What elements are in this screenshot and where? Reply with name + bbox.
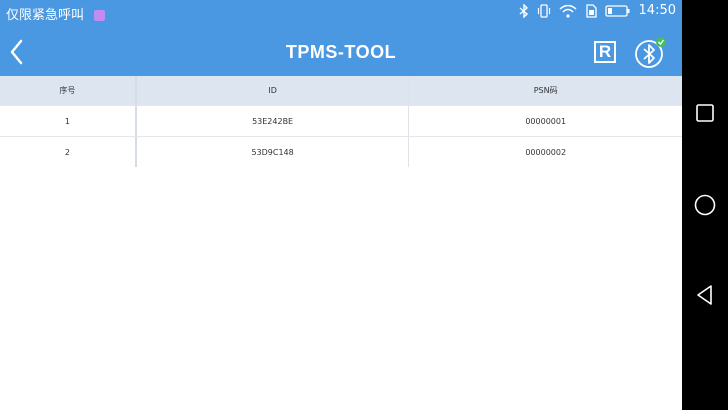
battery-icon (604, 4, 630, 17)
row-psn: 00000001 (525, 116, 567, 126)
carrier-text: 仅限紧急呼叫 (6, 8, 85, 23)
sensor-table: 序号 ID PSN码 1 53E242BE 00000001 2 53D9C14… (0, 76, 682, 167)
header-index: 序号 (0, 76, 137, 105)
row-id: 53E242BE (137, 106, 410, 136)
home-icon[interactable] (693, 193, 717, 217)
status-right: 14:50 (519, 3, 676, 18)
sim-icon (585, 3, 597, 18)
bluetooth-button[interactable] (634, 37, 666, 69)
app-screen: 仅限紧急呼叫 14:50 TPMS-TOOL R 序号 ID PSN码 1 53… (0, 0, 682, 410)
status-time: 14:50 (638, 3, 676, 18)
header-psn: PSN码 (533, 86, 558, 95)
bluetooth-icon (519, 3, 528, 18)
row-psn: 00000002 (525, 147, 567, 157)
notification-icon (94, 10, 106, 21)
table-header: 序号 ID PSN码 (0, 76, 682, 105)
r-button[interactable]: R (594, 41, 616, 63)
system-nav-bar (682, 0, 728, 410)
table-row[interactable]: 2 53D9C148 00000002 (0, 136, 682, 167)
back-nav-icon[interactable] (693, 283, 717, 307)
header-id: ID (137, 76, 410, 105)
status-bar: 仅限紧急呼叫 14:50 (0, 0, 682, 28)
status-left: 仅限紧急呼叫 (6, 4, 106, 23)
table-row[interactable]: 1 53E242BE 00000001 (0, 105, 682, 136)
row-index: 1 (0, 106, 137, 136)
wifi-icon (559, 4, 577, 18)
row-id: 53D9C148 (137, 137, 410, 167)
app-bar: TPMS-TOOL R (0, 28, 682, 76)
recents-icon[interactable] (693, 101, 717, 125)
vibrate-icon (537, 3, 550, 18)
bluetooth-connected-icon (635, 37, 666, 68)
row-index: 2 (0, 137, 137, 167)
page-title: TPMS-TOOL (285, 42, 397, 62)
